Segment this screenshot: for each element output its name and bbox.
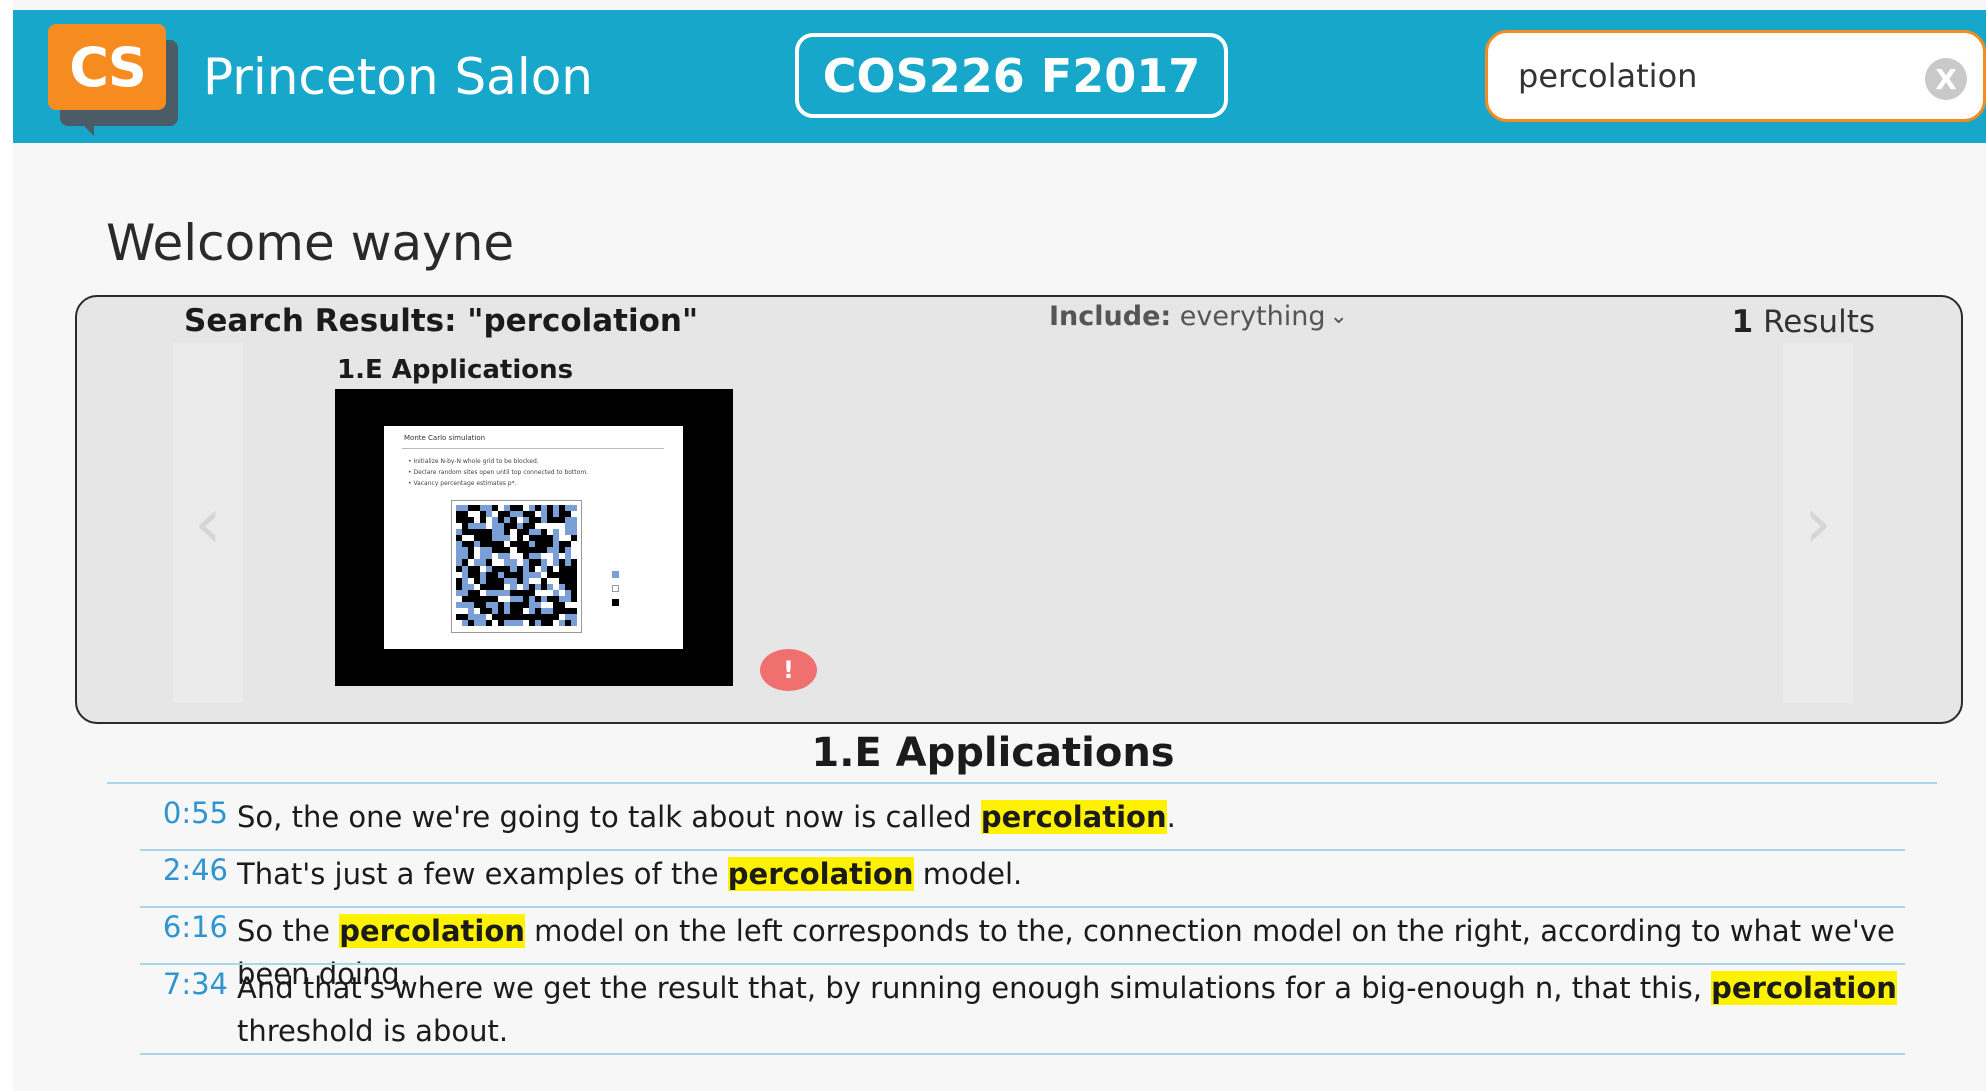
transcript-text: So, the one we're going to talk about no…	[237, 800, 1176, 834]
welcome-heading: Welcome wayne	[106, 214, 515, 272]
include-filter-dropdown[interactable]: Include: everything ⌄	[1049, 301, 1348, 332]
transcript-entry[interactable]: 2:46 That's just a few examples of the pe…	[140, 853, 1905, 910]
divider	[140, 906, 1905, 908]
transcript-entry[interactable]: 0:55 So, the one we're going to talk abou…	[140, 796, 1905, 853]
result-card-thumbnail[interactable]: Monte Carlo simulation • Initialize N-by…	[335, 389, 733, 686]
search-input[interactable]	[1518, 49, 1898, 103]
top-nav-bar: CS Princeton Salon COS226 F2017 X	[13, 10, 1986, 143]
carousel-next-button[interactable]: ›	[1783, 343, 1853, 703]
transcript-text: That's just a few examples of the percol…	[237, 857, 1023, 891]
alert-badge[interactable]: !	[760, 649, 817, 691]
results-count-number: 1	[1731, 304, 1754, 340]
chevron-left-icon: ‹	[194, 482, 222, 564]
course-button[interactable]: COS226 F2017	[795, 33, 1228, 118]
include-label: Include:	[1049, 301, 1172, 332]
divider	[140, 849, 1905, 851]
cs-logo[interactable]: CS	[48, 24, 183, 140]
results-count: 1 Results	[1732, 304, 1875, 340]
chevron-down-icon: ⌄	[1329, 304, 1348, 329]
search-term-highlight: percolation	[980, 800, 1167, 834]
timestamp-link[interactable]: 7:34	[140, 967, 228, 1001]
search-term-highlight: percolation	[1711, 971, 1897, 1005]
transcript-text: And that's where we get the result that,…	[237, 971, 1897, 1048]
site-title[interactable]: Princeton Salon	[203, 48, 593, 106]
search-results-title: Search Results: "percolation"	[184, 303, 699, 339]
transcript-entry[interactable]: 6:16 So the percolation model on the left…	[140, 910, 1905, 991]
include-value: everything	[1179, 301, 1326, 332]
logo-text: CS	[48, 24, 166, 110]
results-count-label: Results	[1763, 304, 1875, 340]
clear-search-icon[interactable]: X	[1925, 58, 1967, 100]
result-card-title[interactable]: 1.E Applications	[337, 355, 573, 385]
transcript-entry[interactable]: 7:34 And that's where we get the result t…	[140, 967, 1905, 1057]
timestamp-link[interactable]: 6:16	[140, 910, 228, 944]
search-box: X	[1485, 30, 1986, 122]
divider	[107, 782, 1937, 784]
search-term-highlight: percolation	[339, 914, 525, 948]
search-results-panel: Search Results: "percolation" Include: e…	[75, 295, 1963, 724]
slide-preview-image: Monte Carlo simulation • Initialize N-by…	[384, 426, 683, 649]
divider	[140, 963, 1905, 965]
search-term-highlight: percolation	[727, 857, 914, 891]
percolation-grid-image	[456, 505, 577, 626]
chevron-right-icon: ›	[1804, 482, 1832, 564]
timestamp-link[interactable]: 0:55	[140, 796, 228, 830]
carousel-prev-button[interactable]: ‹	[173, 343, 243, 703]
timestamp-link[interactable]: 2:46	[140, 853, 228, 887]
divider	[140, 1053, 1905, 1055]
transcript-title: 1.E Applications	[811, 730, 1175, 776]
